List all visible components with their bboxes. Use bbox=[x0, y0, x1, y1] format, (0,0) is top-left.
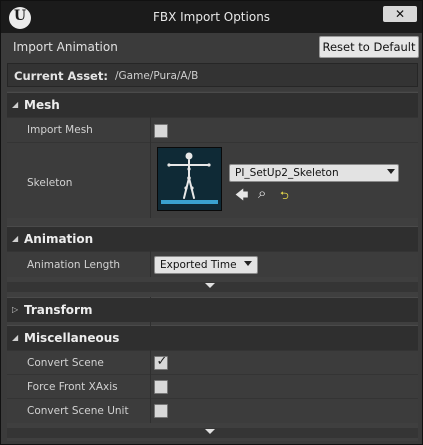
details-panel: ◢ Mesh Import Mesh Skeleton PI_SetUp2_Sk… bbox=[7, 91, 418, 441]
import-mesh-label: Import Mesh bbox=[27, 124, 93, 136]
expanded-arrow-icon: ◢ bbox=[12, 234, 19, 243]
animation-length-label: Animation Length bbox=[27, 259, 121, 271]
chevron-down-icon bbox=[387, 169, 395, 174]
use-selected-asset-icon[interactable]: 🡄 bbox=[235, 186, 248, 208]
section-transform[interactable]: ▷ Transform bbox=[7, 297, 418, 322]
checkmark-icon: ✓ bbox=[156, 354, 168, 369]
section-title: Miscellaneous bbox=[24, 331, 120, 345]
chevron-down-icon bbox=[205, 429, 215, 434]
chevron-down-icon bbox=[205, 283, 215, 288]
reset-value-icon[interactable]: ⮌ bbox=[280, 187, 289, 206]
expanded-arrow-icon: ◢ bbox=[12, 333, 19, 342]
current-asset-bar: Current Asset: /Game/Pura/A/B bbox=[7, 63, 418, 87]
row-convert-scene-unit: Convert Scene Unit bbox=[7, 398, 418, 423]
convert-scene-label: Convert Scene bbox=[27, 357, 104, 369]
section-animation[interactable]: ◢ Animation bbox=[7, 226, 418, 251]
section-miscellaneous[interactable]: ◢ Miscellaneous bbox=[7, 325, 418, 350]
section-title: Transform bbox=[24, 303, 93, 317]
skeleton-dropdown[interactable]: PI_SetUp2_Skeleton bbox=[229, 164, 399, 182]
advanced-expander[interactable] bbox=[7, 282, 418, 292]
skeleton-label: Skeleton bbox=[27, 177, 73, 189]
row-skeleton: Skeleton PI_SetUp2_Skeleton 🡄 ⌕ ⮌ bbox=[7, 142, 418, 218]
skeleton-thumbnail[interactable] bbox=[157, 147, 222, 211]
section-mesh[interactable]: ◢ Mesh bbox=[7, 92, 418, 117]
skeleton-value: PI_SetUp2_Skeleton bbox=[235, 167, 339, 179]
force-front-xaxis-label: Force Front XAxis bbox=[27, 381, 118, 393]
thumbnail-floor bbox=[161, 200, 218, 204]
fbx-import-dialog: U FBX Import Options ✕ Import Animation … bbox=[0, 0, 423, 445]
animation-length-value: Exported Time bbox=[160, 259, 237, 271]
row-force-front-xaxis: Force Front XAxis bbox=[7, 374, 418, 398]
section-title: Mesh bbox=[24, 98, 60, 112]
current-asset-path: /Game/Pura/A/B bbox=[115, 70, 199, 82]
advanced-expander[interactable] bbox=[7, 428, 418, 438]
row-convert-scene: Convert Scene ✓ bbox=[7, 350, 418, 374]
convert-scene-unit-checkbox[interactable] bbox=[154, 404, 168, 418]
convert-scene-checkbox[interactable]: ✓ bbox=[154, 354, 168, 370]
column-divider[interactable] bbox=[150, 117, 151, 218]
animation-length-dropdown[interactable]: Exported Time bbox=[154, 256, 258, 274]
section-title: Animation bbox=[24, 232, 94, 246]
column-divider[interactable] bbox=[150, 297, 151, 423]
collapsed-arrow-icon: ▷ bbox=[12, 305, 19, 314]
force-front-xaxis-checkbox[interactable] bbox=[154, 380, 168, 394]
chevron-down-icon bbox=[244, 261, 252, 266]
reset-to-default-button[interactable]: Reset to Default bbox=[319, 36, 419, 58]
convert-scene-unit-label: Convert Scene Unit bbox=[27, 405, 129, 417]
browse-asset-icon[interactable]: ⌕ bbox=[258, 184, 266, 202]
row-animation-length: Animation Length Exported Time bbox=[7, 251, 418, 277]
row-import-mesh: Import Mesh bbox=[7, 117, 418, 142]
import-mesh-checkbox[interactable] bbox=[154, 124, 168, 138]
window-title: FBX Import Options bbox=[152, 10, 271, 24]
title-bar[interactable]: U FBX Import Options ✕ bbox=[1, 1, 422, 33]
column-divider[interactable] bbox=[150, 251, 151, 277]
close-button[interactable]: ✕ bbox=[383, 6, 417, 22]
expanded-arrow-icon: ◢ bbox=[12, 100, 19, 109]
import-type-label: Import Animation bbox=[13, 40, 118, 54]
current-asset-label: Current Asset: bbox=[14, 69, 108, 83]
import-header: Import Animation Reset to Default bbox=[7, 35, 419, 59]
